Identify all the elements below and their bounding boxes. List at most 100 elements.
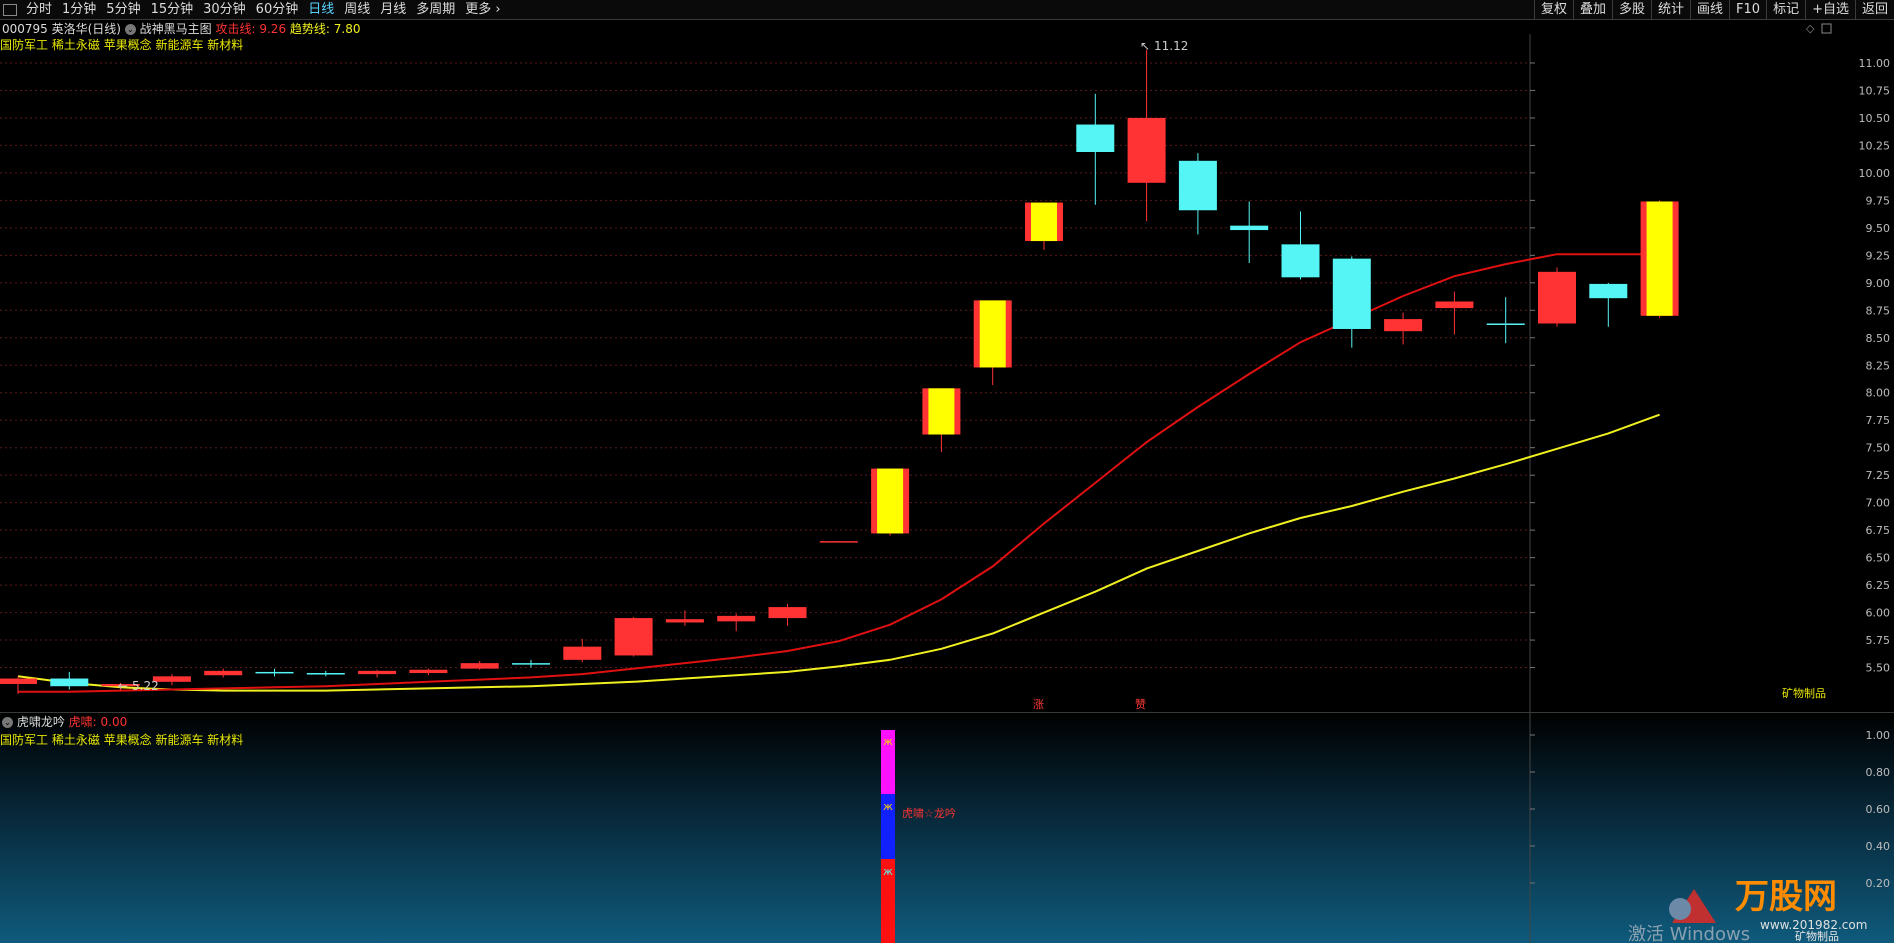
candle-body bbox=[1230, 225, 1269, 231]
sub-credit: 矿物制品 bbox=[1795, 929, 1839, 943]
price-grid bbox=[0, 62, 1530, 669]
candle-body bbox=[1384, 319, 1423, 332]
y-tick-label: 10.75 bbox=[1859, 84, 1891, 97]
maximize-icon[interactable] bbox=[1821, 23, 1832, 34]
candle-body bbox=[819, 541, 858, 543]
candle-body bbox=[306, 673, 345, 675]
y-tick-label: 8.50 bbox=[1866, 332, 1891, 345]
period-tab-6[interactable]: 日线 bbox=[303, 0, 339, 20]
candle-body-yellow bbox=[1646, 201, 1673, 316]
period-tab-5[interactable]: 60分钟 bbox=[251, 0, 304, 20]
period-tab-0[interactable]: 分时 bbox=[21, 0, 57, 20]
y-tick-label: 5.75 bbox=[1866, 634, 1891, 647]
period-tabs: 分时 1分钟 5分钟 15分钟 30分钟 60分钟 日线 周线 月线 多周期 更多 › bbox=[0, 0, 506, 20]
period-toolbar: 分时 1分钟 5分钟 15分钟 30分钟 60分钟 日线 周线 月线 多周期 更多 › 复权 叠加 多股… bbox=[0, 0, 1894, 20]
candle-body bbox=[1332, 258, 1371, 329]
y-tick-label: 10.25 bbox=[1859, 139, 1891, 152]
y-tick-label: 7.00 bbox=[1866, 497, 1891, 510]
sub-y-tick-label: 0.40 bbox=[1866, 840, 1891, 853]
toolbar-action-4[interactable]: 画线 bbox=[1690, 0, 1729, 20]
candle-body bbox=[1538, 271, 1576, 324]
main-credit: 矿物制品 bbox=[1782, 686, 1826, 700]
sub-concepts: 国防军工 稀土永磁 苹果概念 新能源车 新材料 bbox=[0, 733, 244, 747]
toolbar-action-6[interactable]: 标记 bbox=[1766, 0, 1805, 20]
y-tick-label: 11.00 bbox=[1859, 57, 1891, 70]
sub-indicator-name: 虎啸龙吟 bbox=[16, 715, 65, 729]
period-tab-2[interactable]: 5分钟 bbox=[101, 0, 145, 20]
candles bbox=[0, 49, 1679, 694]
y-tick-label: 8.00 bbox=[1866, 387, 1891, 400]
candle-body bbox=[50, 678, 89, 687]
butterfly-icon: ж bbox=[883, 865, 893, 878]
toolbar-action-3[interactable]: 统计 bbox=[1651, 0, 1690, 20]
candle-body bbox=[1435, 301, 1474, 309]
toolbar-action-1[interactable]: 叠加 bbox=[1572, 0, 1612, 20]
candle-body bbox=[204, 670, 243, 676]
sub-indicator-panel: 1.000.800.600.400.20 ж ж ж 虎啸☆龙吟 万股网 www… bbox=[0, 713, 1894, 943]
y-tick-label: 10.00 bbox=[1859, 167, 1891, 180]
y-tick-label: 6.50 bbox=[1866, 552, 1891, 565]
diamond-icon[interactable]: ◇ bbox=[1806, 22, 1815, 35]
sub-y-tick-label: 1.00 bbox=[1866, 729, 1891, 742]
low-arrow-icon: ← bbox=[118, 679, 128, 693]
toolbar-action-7[interactable]: +自选 bbox=[1805, 0, 1855, 20]
logo-coin-icon bbox=[1669, 898, 1691, 920]
candlestick-chart[interactable]: 11.00 10.75 10.50 10.25 10.00 9.75 9.50 9.25 9.0… bbox=[0, 20, 1894, 722]
y-tick-label: 9.25 bbox=[1866, 249, 1891, 262]
toolbar-action-2[interactable]: 多股 bbox=[1611, 0, 1651, 20]
candle-body bbox=[1486, 323, 1525, 325]
candle-body-yellow bbox=[877, 468, 904, 534]
sub-value-label: 虎啸: 0.00 bbox=[68, 715, 128, 729]
toolbar-action-8[interactable]: 返回 bbox=[1854, 0, 1894, 20]
period-tab-9[interactable]: 多周期 bbox=[411, 0, 460, 20]
y-tick-label: 6.25 bbox=[1866, 579, 1891, 592]
candle-body bbox=[1178, 160, 1217, 211]
candle-body bbox=[614, 618, 653, 656]
y-tick-label: 8.75 bbox=[1866, 304, 1891, 317]
y-tick-label: 8.25 bbox=[1866, 359, 1891, 372]
high-price-marker: 11.12 bbox=[1154, 39, 1188, 53]
toolbar-action-5[interactable]: F10 bbox=[1729, 0, 1766, 20]
period-tab-10[interactable]: 更多 › bbox=[460, 0, 505, 20]
candle-body-yellow bbox=[1031, 202, 1057, 242]
candle-body bbox=[358, 670, 397, 675]
toolbar-action-0[interactable]: 复权 bbox=[1533, 0, 1573, 20]
candle-body bbox=[665, 619, 704, 623]
y-tick-label: 9.00 bbox=[1866, 277, 1891, 290]
y-tick-label: 7.25 bbox=[1866, 469, 1891, 482]
period-tab-1[interactable]: 1分钟 bbox=[57, 0, 101, 20]
candle-body bbox=[768, 607, 807, 619]
watermark-logo-text: 万股网 bbox=[1735, 877, 1837, 917]
period-tab-7[interactable]: 周线 bbox=[339, 0, 375, 20]
y-tick-label: 7.50 bbox=[1866, 442, 1891, 455]
high-arrow-icon: ↖ bbox=[1140, 39, 1150, 53]
trend-line bbox=[17, 413, 1660, 692]
signal-bar: ж ж ж bbox=[881, 730, 895, 943]
candle-body bbox=[1589, 283, 1628, 299]
butterfly-icon: ж bbox=[883, 800, 893, 813]
sub-y-tick-label: 0.20 bbox=[1866, 877, 1891, 890]
candle-body bbox=[409, 669, 448, 674]
candle-body bbox=[1076, 124, 1115, 153]
butterfly-icon: ж bbox=[883, 735, 893, 748]
period-tab-8[interactable]: 月线 bbox=[375, 0, 411, 20]
y-tick-label: 9.75 bbox=[1866, 194, 1891, 207]
y-tick-label: 5.50 bbox=[1866, 662, 1891, 675]
candle-body bbox=[0, 678, 37, 685]
period-tab-4[interactable]: 30分钟 bbox=[198, 0, 251, 20]
signal-label: 虎啸☆龙吟 bbox=[902, 806, 956, 820]
y-tick-label: 6.00 bbox=[1866, 607, 1891, 620]
sub-indicator-dropdown-icon[interactable]: ⌄ bbox=[2, 717, 13, 728]
tag-zan: 赞 bbox=[1135, 698, 1146, 711]
sub-y-tick-label: 0.60 bbox=[1866, 803, 1891, 816]
candle-body bbox=[1127, 117, 1166, 183]
y-tick-label: 6.75 bbox=[1866, 524, 1891, 537]
candle-body bbox=[255, 671, 294, 674]
candle-body bbox=[717, 615, 756, 622]
y-tick-label: 9.50 bbox=[1866, 222, 1891, 235]
window-menu-icon[interactable] bbox=[3, 4, 17, 16]
windows-activation: 激活 Windows bbox=[1628, 924, 1750, 943]
low-price-marker: 5.22 bbox=[132, 679, 159, 693]
period-tab-3[interactable]: 15分钟 bbox=[146, 0, 199, 20]
candle-body bbox=[563, 646, 602, 660]
